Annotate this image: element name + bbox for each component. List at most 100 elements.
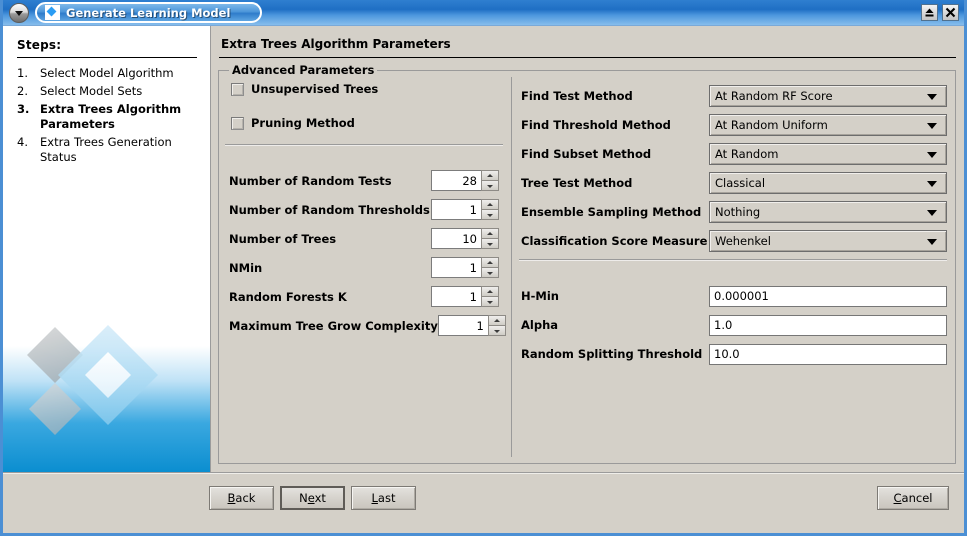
field-random-splitting-threshold: Random Splitting Threshold 10.0	[521, 343, 947, 365]
diamonds-graphic	[3, 297, 210, 472]
steps-list: 1. Select Model Algorithm 2. Select Mode…	[17, 66, 207, 168]
field-random-forests-k: Random Forests K 1	[229, 286, 499, 307]
group-title: Advanced Parameters	[229, 63, 378, 77]
generate-learning-model-window: Generate Learning Model Steps: 1. Select…	[0, 0, 967, 536]
field-number-of-trees: Number of Trees 10	[229, 228, 499, 249]
spinner-buttons	[481, 286, 499, 307]
checkbox-label: Pruning Method	[251, 116, 355, 130]
step-number: 1.	[17, 66, 28, 80]
spinner-label: Number of Random Tests	[229, 173, 392, 188]
input-h-min[interactable]: 0.000001	[709, 285, 947, 307]
combo-value: At Random	[715, 147, 779, 161]
checkbox-icon[interactable]	[231, 82, 244, 96]
combo-find-threshold-method[interactable]: At Random Uniform	[709, 114, 947, 136]
spinner-increment-icon[interactable]	[481, 170, 499, 181]
combo-value: At Random Uniform	[715, 118, 828, 132]
right-column-separator	[519, 259, 947, 260]
title-bar: Generate Learning Model	[3, 0, 964, 26]
diamond-icon	[45, 5, 60, 20]
chevron-down-icon	[927, 94, 937, 100]
advanced-parameters-group: Advanced Parameters Unsupervised Trees P…	[218, 63, 956, 464]
checkbox-label: Unsupervised Trees	[251, 82, 379, 96]
last-button[interactable]: Last	[351, 486, 416, 510]
combo-label: Ensemble Sampling Method	[521, 205, 702, 219]
cancel-button[interactable]: Cancel	[877, 486, 949, 510]
combo-classification-score-measure[interactable]: Wehenkel	[709, 230, 947, 252]
spinner-decrement-icon[interactable]	[487, 326, 506, 336]
combo-label: Classification Score Measure	[521, 234, 708, 248]
cancel-button-label: Cancel	[893, 491, 933, 505]
checkbox-pruning-method[interactable]: Pruning Method	[231, 116, 355, 130]
cancel-mnemonic: C	[893, 491, 902, 505]
spinner-decrement-icon[interactable]	[481, 181, 499, 191]
spinner-value[interactable]: 10	[431, 228, 481, 249]
spinner-number-of-random-tests[interactable]: 28	[431, 170, 499, 191]
spinner-value[interactable]: 1	[431, 286, 481, 307]
next-button[interactable]: Next	[280, 486, 345, 510]
spinner-value[interactable]: 1	[431, 199, 481, 220]
spinner-decrement-icon[interactable]	[481, 297, 499, 307]
spinner-value[interactable]: 1	[437, 315, 488, 336]
spinner-decrement-icon[interactable]	[481, 210, 499, 220]
combo-value: Wehenkel	[715, 234, 771, 248]
spinner-buttons	[481, 170, 499, 191]
steps-sidebar: Steps: 1. Select Model Algorithm 2. Sele…	[3, 26, 211, 472]
field-ensemble-sampling-method: Ensemble Sampling Method Nothing	[521, 201, 947, 223]
restore-button[interactable]	[921, 4, 938, 21]
decorative-banner-image	[3, 297, 210, 472]
field-nmin: NMin 1	[229, 257, 499, 278]
combo-label: Find Test Method	[521, 89, 633, 103]
spinner-label: Number of Random Thresholds	[229, 202, 430, 217]
spinner-random-forests-k[interactable]: 1	[431, 286, 499, 307]
step-item-2: 2. Select Model Sets	[17, 84, 207, 99]
input-random-splitting-threshold[interactable]: 10.0	[709, 343, 947, 365]
close-button[interactable]	[942, 4, 959, 21]
chevron-down-icon	[927, 123, 937, 129]
input-alpha[interactable]: 1.0	[709, 314, 947, 336]
spinner-nmin[interactable]: 1	[431, 257, 499, 278]
field-maximum-tree-grow-complexity: Maximum Tree Grow Complexity 1	[229, 315, 506, 336]
combo-ensemble-sampling-method[interactable]: Nothing	[709, 201, 947, 223]
step-item-4: 4. Extra Trees Generation Status	[17, 135, 207, 165]
step-label: Extra Trees Algorithm Parameters	[40, 102, 182, 131]
combo-value: Nothing	[715, 205, 761, 219]
combo-label: Tree Test Method	[521, 176, 633, 190]
combo-value: Classical	[715, 176, 766, 190]
next-mnemonic: e	[307, 491, 315, 505]
spinner-increment-icon[interactable]	[481, 199, 499, 210]
spinner-decrement-icon[interactable]	[481, 239, 499, 249]
combo-label: Find Threshold Method	[521, 118, 671, 132]
combo-find-subset-method[interactable]: At Random	[709, 143, 947, 165]
field-number-of-random-thresholds: Number of Random Thresholds 1	[229, 199, 499, 220]
back-button[interactable]: Back	[209, 486, 274, 510]
combo-value: At Random RF Score	[715, 89, 833, 103]
field-tree-test-method: Tree Test Method Classical	[521, 172, 947, 194]
spinner-number-of-random-thresholds[interactable]: 1	[431, 199, 499, 220]
spinner-number-of-trees[interactable]: 10	[431, 228, 499, 249]
spinner-increment-icon[interactable]	[481, 257, 499, 268]
window-content: Steps: 1. Select Model Algorithm 2. Sele…	[3, 26, 964, 533]
spinner-increment-icon[interactable]	[481, 228, 499, 239]
window-menu-button[interactable]	[9, 3, 29, 23]
spinner-maximum-tree-grow-complexity[interactable]: 1	[437, 315, 506, 336]
spinner-decrement-icon[interactable]	[481, 268, 499, 278]
step-label: Select Model Sets	[40, 84, 143, 98]
field-classification-score-measure: Classification Score Measure Wehenkel	[521, 230, 947, 252]
combo-find-test-method[interactable]: At Random RF Score	[709, 85, 947, 107]
checkbox-unsupervised-trees[interactable]: Unsupervised Trees	[231, 82, 378, 96]
last-button-label: Last	[371, 491, 396, 505]
combo-tree-test-method[interactable]: Classical	[709, 172, 947, 194]
window-title-tab[interactable]: Generate Learning Model	[35, 2, 263, 23]
checkbox-icon[interactable]	[231, 116, 244, 130]
spinner-buttons	[487, 315, 506, 336]
textfield-label: Alpha	[521, 318, 559, 332]
spinner-value[interactable]: 28	[431, 170, 481, 191]
textfield-label: H-Min	[521, 289, 559, 303]
spinner-increment-icon[interactable]	[487, 315, 506, 326]
back-button-label: Back	[227, 491, 256, 505]
field-h-min: H-Min 0.000001	[521, 285, 947, 307]
spinner-buttons	[481, 257, 499, 278]
spinner-increment-icon[interactable]	[481, 286, 499, 297]
spinner-value[interactable]: 1	[431, 257, 481, 278]
spinner-label: Number of Trees	[229, 231, 337, 246]
